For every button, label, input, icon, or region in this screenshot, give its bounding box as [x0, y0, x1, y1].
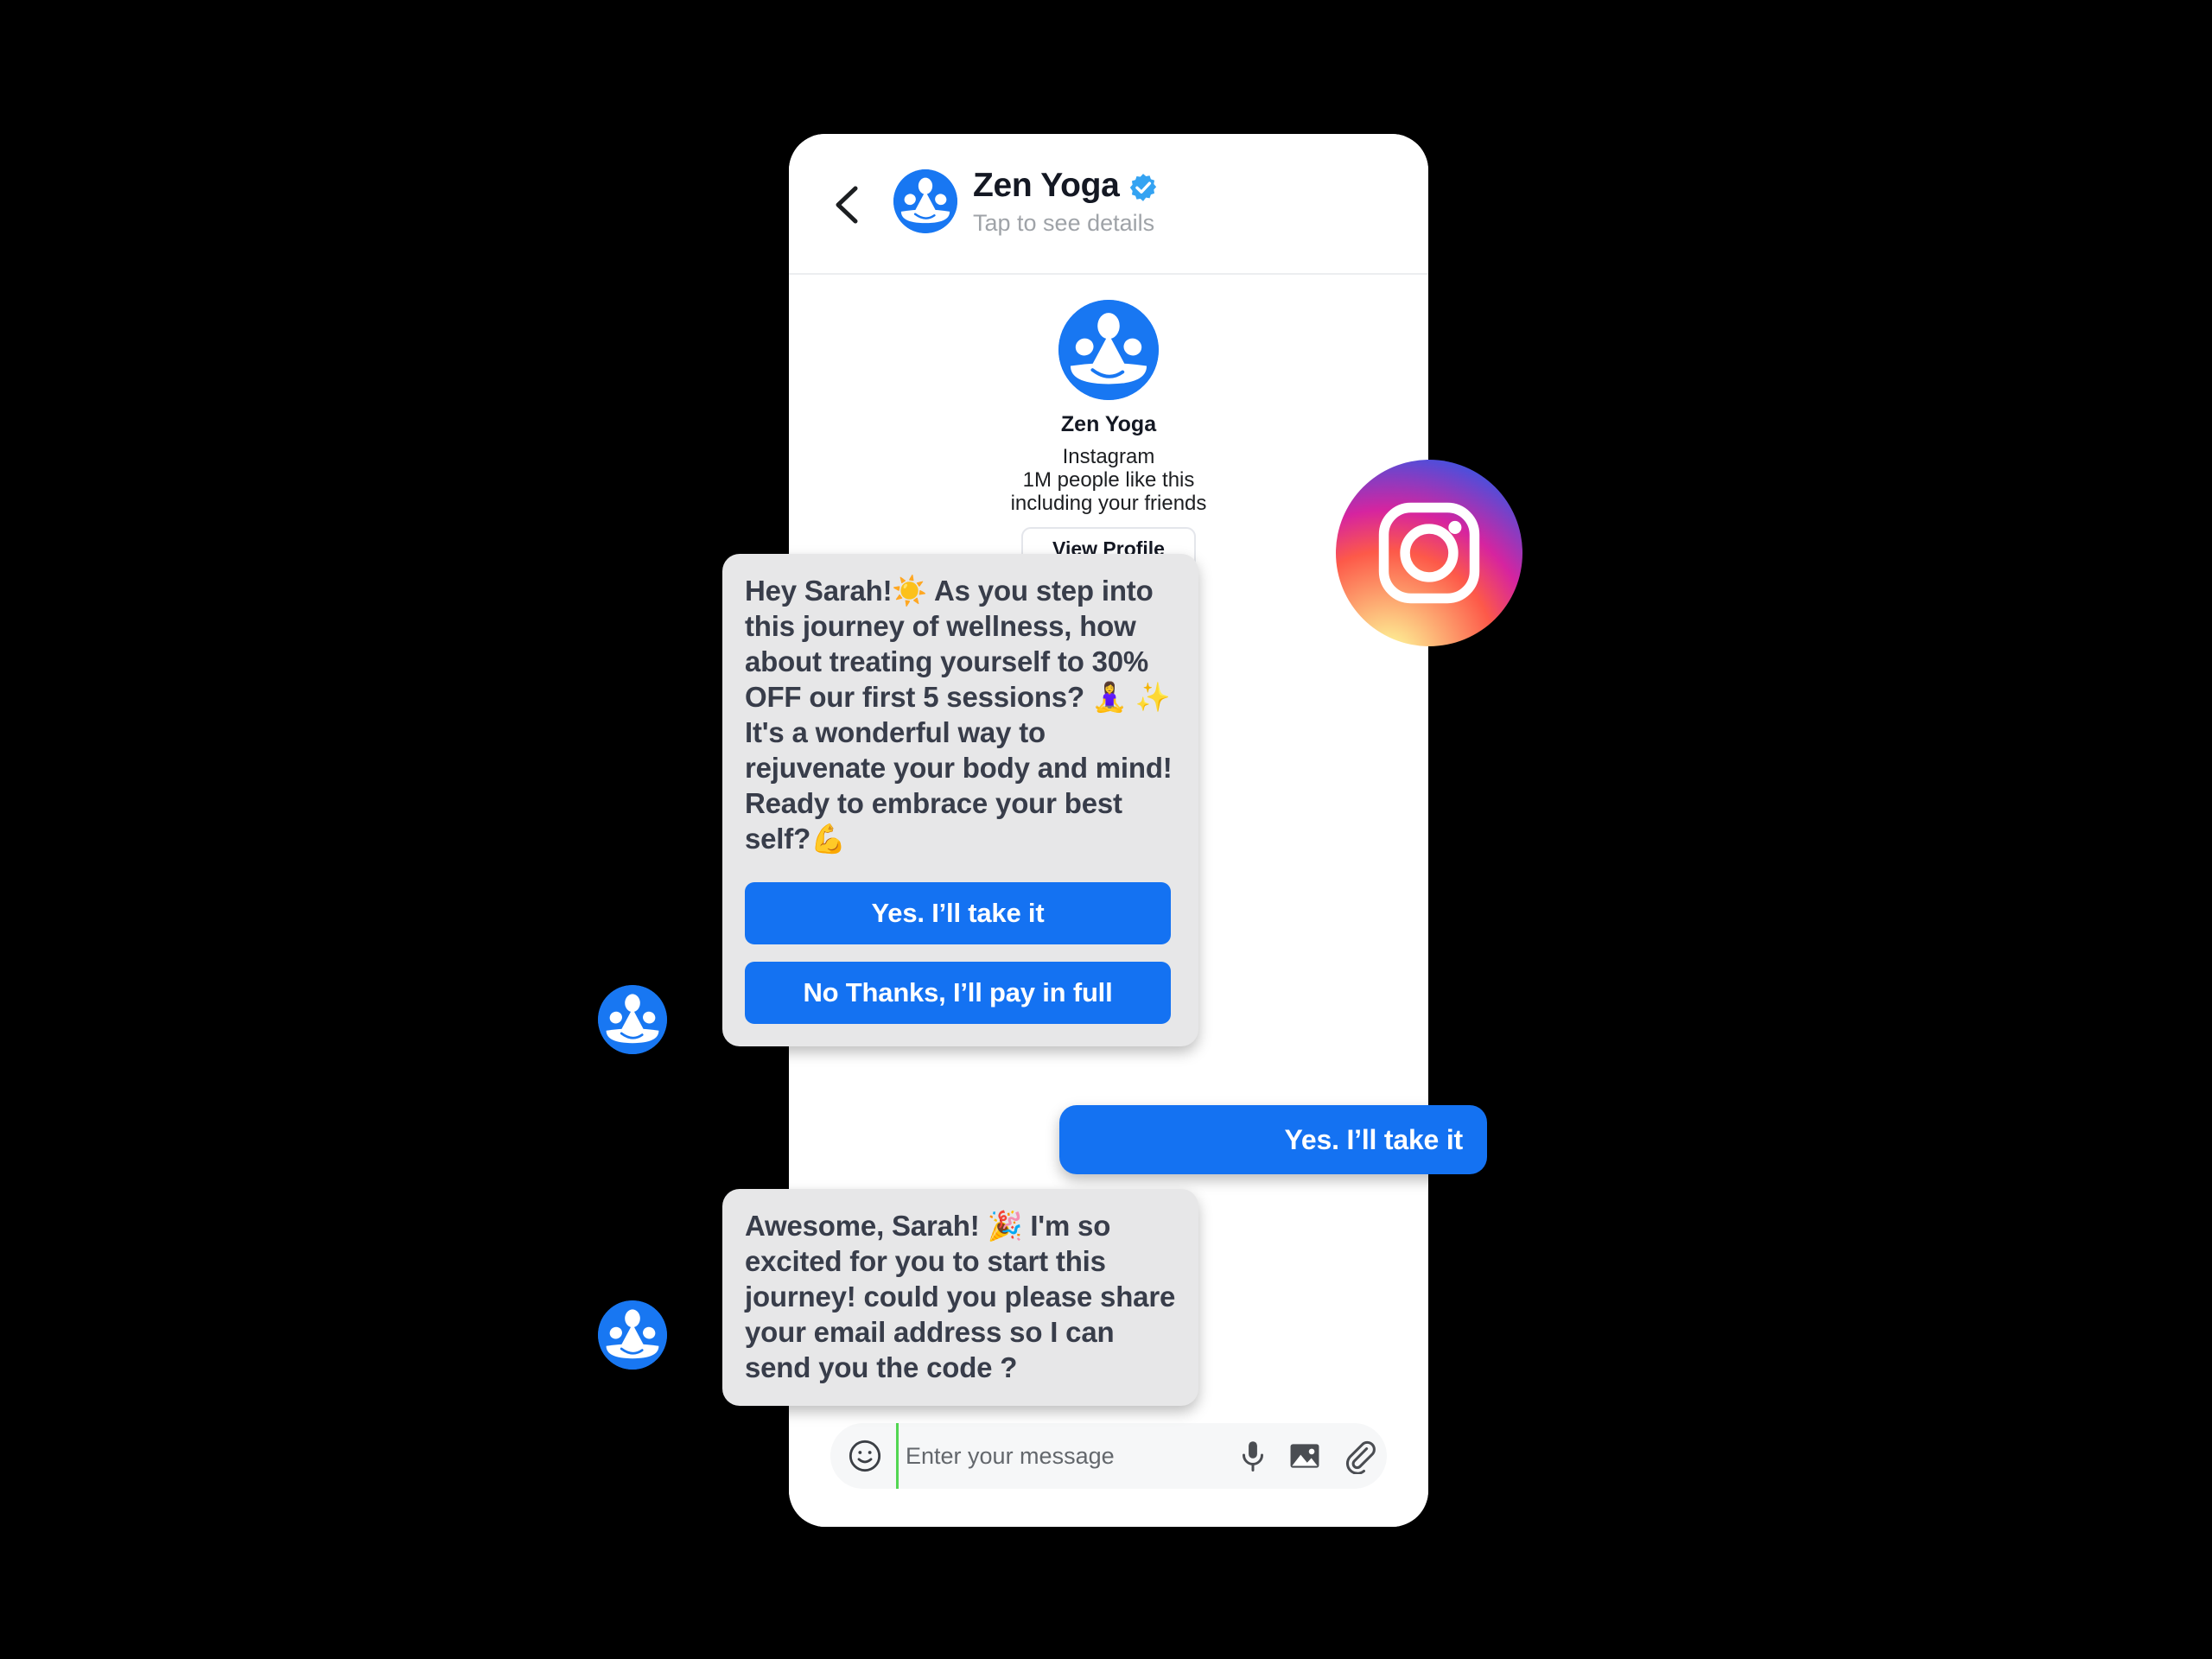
smiley-face-icon[interactable] — [848, 1439, 882, 1473]
profile-platform: Instagram — [1062, 445, 1155, 468]
message-input[interactable] — [896, 1423, 1216, 1489]
message-bubble-followup: Awesome, Sarah! 🎉 I'm so excited for you… — [722, 1189, 1198, 1406]
verified-badge-icon — [1128, 173, 1158, 202]
sender-avatar-followup — [598, 1300, 667, 1370]
composer-pill — [830, 1423, 1387, 1489]
profile-name: Zen Yoga — [1060, 412, 1157, 436]
profile-friends: including your friends — [1010, 492, 1207, 515]
message-text: Hey Sarah!☀️ As you step into this journ… — [745, 575, 1173, 855]
message-bubble-offer: Hey Sarah!☀️ As you step into this journ… — [722, 554, 1198, 1046]
instagram-logo-icon: Instagram — [1336, 460, 1522, 646]
back-button[interactable] — [829, 182, 868, 227]
header-subtitle: Tap to see details — [973, 210, 1155, 236]
message-text: Awesome, Sarah! 🎉 I'm so excited for you… — [745, 1210, 1176, 1383]
chat-header: Zen Yoga Tap to see details — [789, 134, 1428, 275]
profile-intro-card: Zen Yoga Instagram 1M people like this i… — [789, 300, 1428, 571]
quick-reply-no[interactable]: No Thanks, I’ll pay in full — [745, 962, 1171, 1024]
sender-avatar-offer — [598, 985, 667, 1054]
profile-avatar[interactable] — [1058, 300, 1159, 400]
message-text: Yes. I’ll take it — [1284, 1124, 1464, 1155]
microphone-icon[interactable] — [1235, 1438, 1271, 1474]
screenshot-canvas: Zen Yoga Tap to see details Zen Yoga Ins… — [0, 0, 2212, 1659]
header-text-block[interactable]: Zen Yoga Tap to see details — [973, 165, 1344, 238]
profile-likes: 1M people like this — [1022, 468, 1195, 492]
header-avatar[interactable] — [893, 169, 957, 233]
quick-reply-yes[interactable]: Yes. I’ll take it — [745, 882, 1171, 944]
paperclip-icon[interactable] — [1340, 1438, 1376, 1475]
image-icon[interactable] — [1287, 1438, 1323, 1474]
message-bubble-sent: Yes. I’ll take it — [1059, 1105, 1487, 1174]
message-composer — [789, 1401, 1428, 1527]
contact-name: Zen Yoga — [973, 167, 1120, 204]
